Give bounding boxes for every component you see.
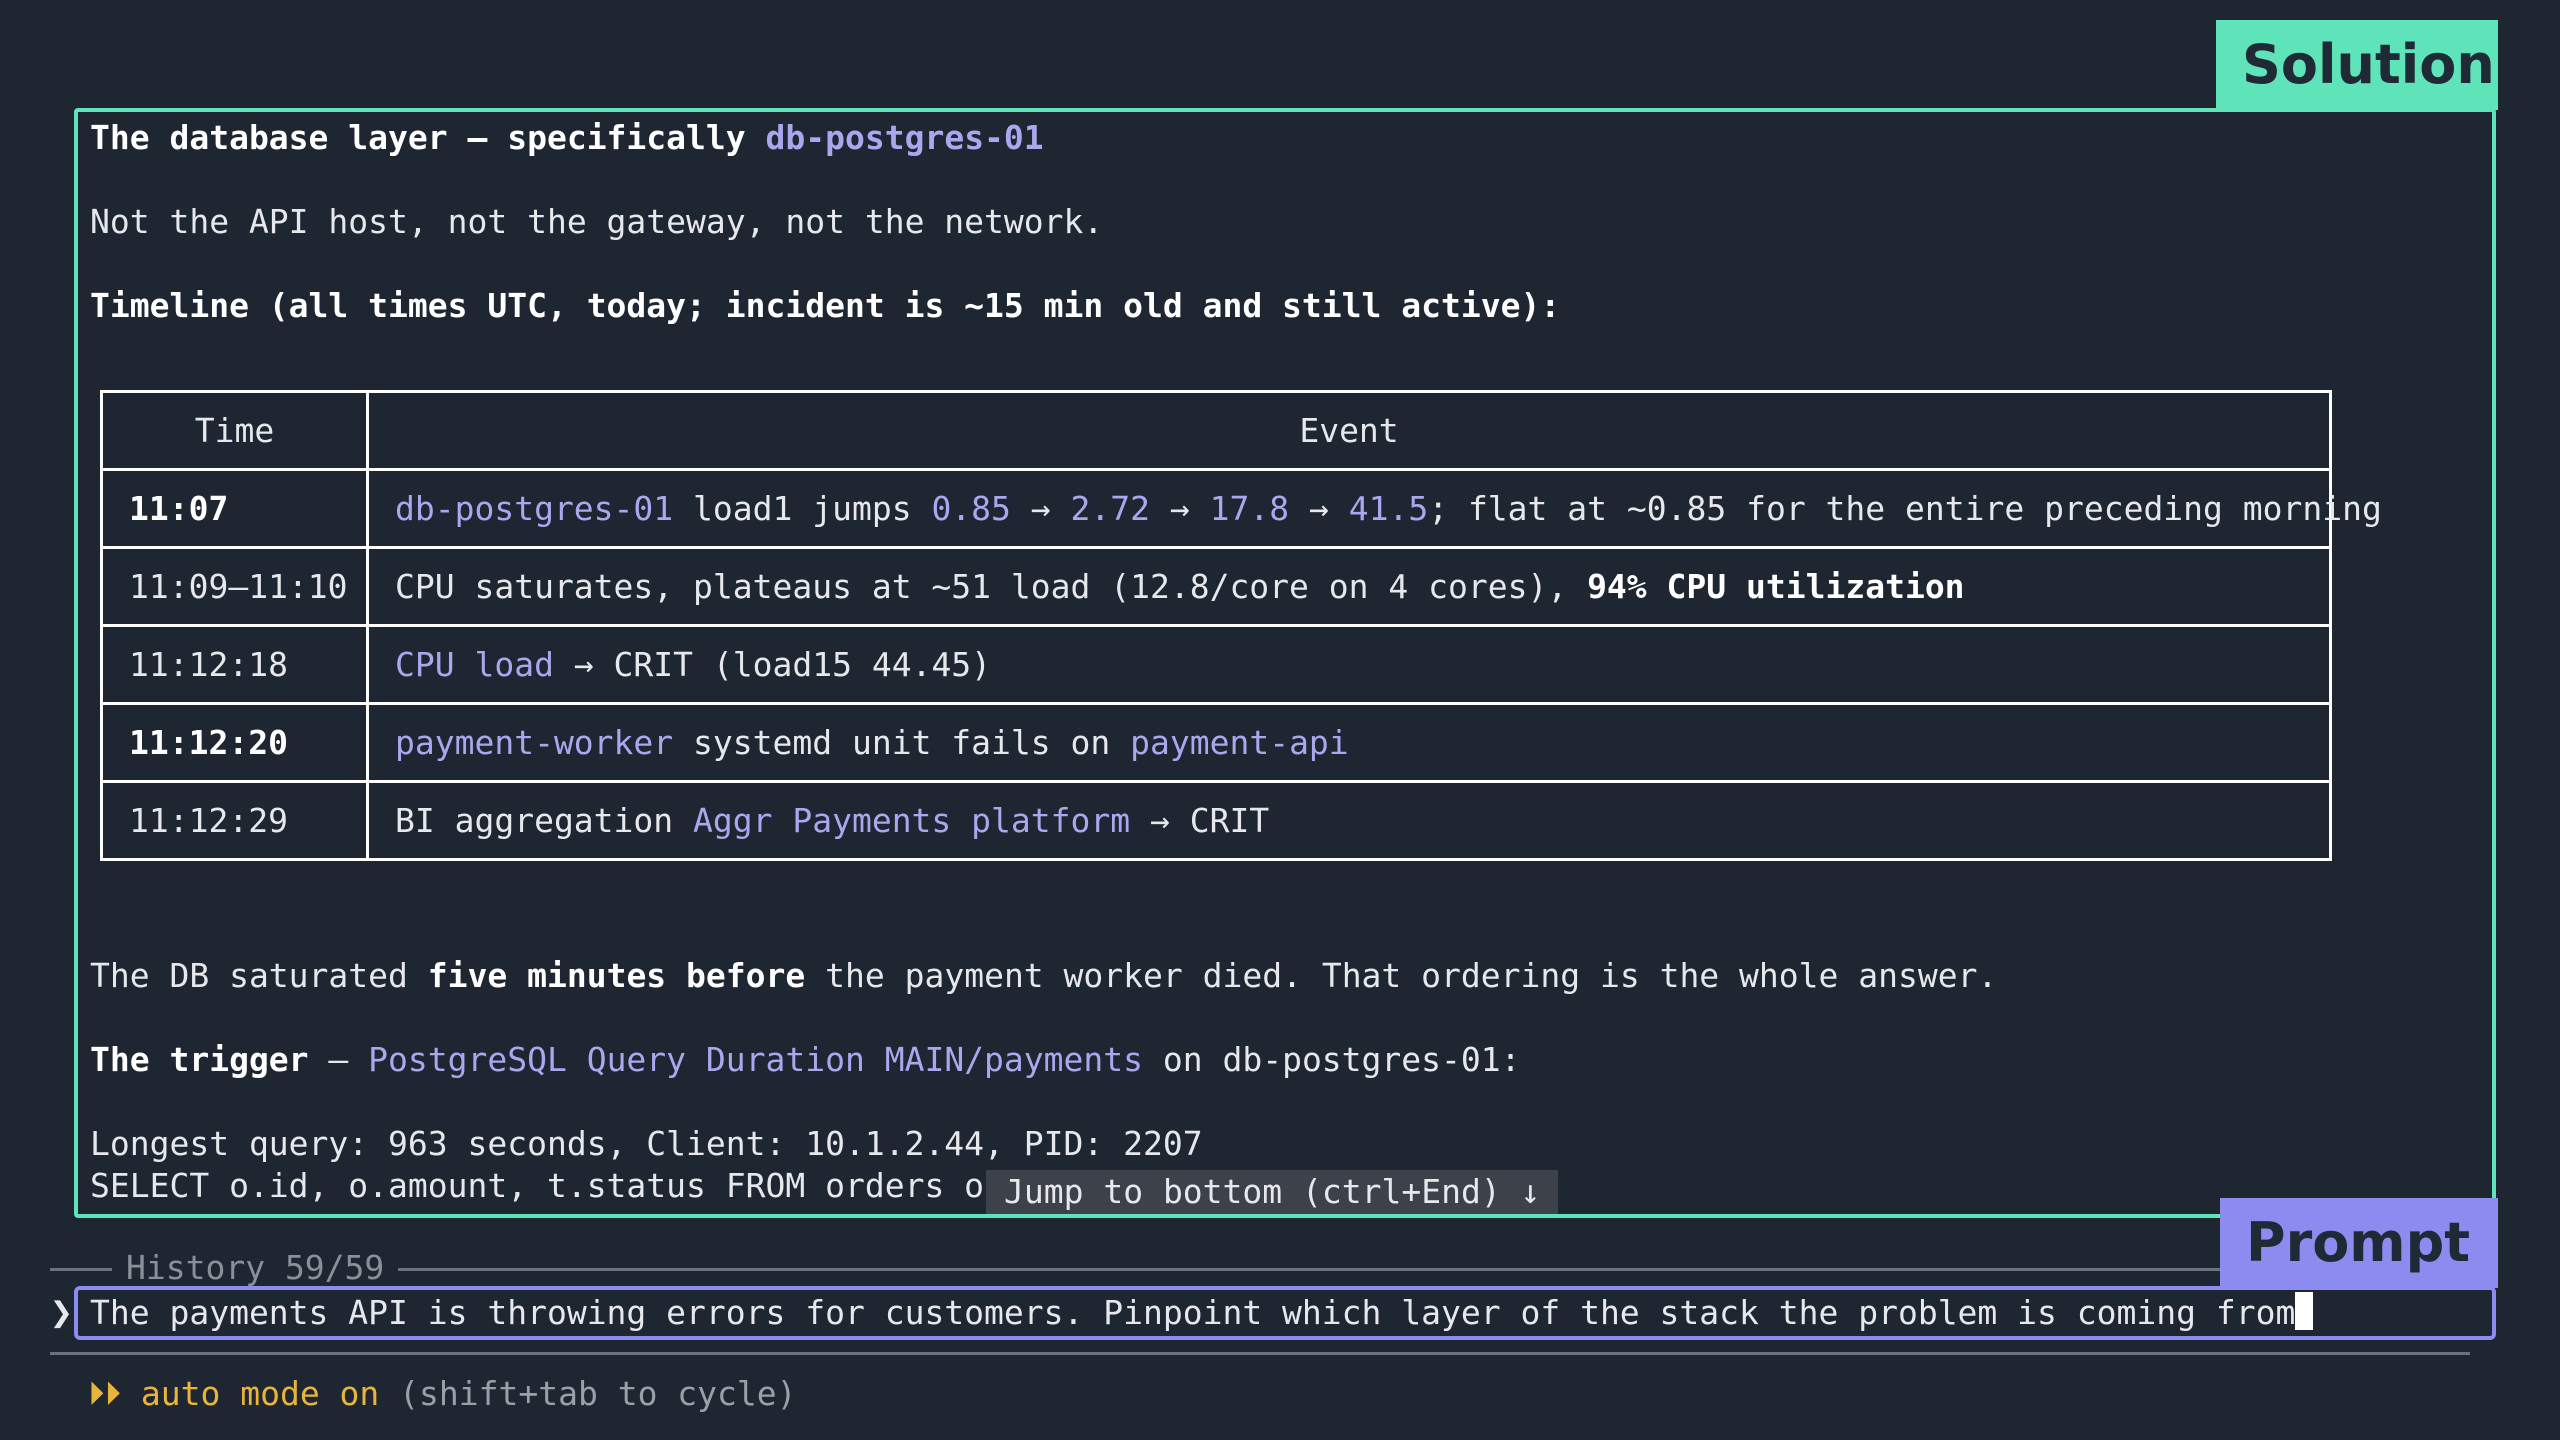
bottom-divider	[50, 1352, 2470, 1355]
table-row: 11:12:18 CPU load → CRIT (load15 44.45)	[100, 624, 2332, 705]
status-line: ⏵⏵ auto mode on (shift+tab to cycle)	[88, 1374, 797, 1414]
event-text: →	[1289, 489, 1349, 528]
event-link[interactable]: 17.8	[1210, 489, 1289, 528]
row-event: payment-worker systemd unit fails on pay…	[366, 702, 2332, 783]
solution-heading: The database layer — specifically db-pos…	[90, 118, 1044, 157]
table-row: 11:12:20 payment-worker systemd unit fail…	[100, 702, 2332, 783]
timeline-table: Time Event 11:07 db-postgres-01 load1 jum…	[100, 390, 2382, 861]
jump-to-bottom-button[interactable]: Jump to bottom (ctrl+End) ↓	[986, 1170, 1559, 1214]
solution-label: Solution	[2216, 20, 2498, 110]
event-text: → CRIT	[1130, 801, 1270, 840]
event-emphasis: 94% CPU utilization	[1587, 567, 1965, 606]
row-event: BI aggregation Aggr Payments platform → …	[366, 780, 2332, 861]
timeline-heading: Timeline (all times UTC, today; incident…	[90, 286, 1561, 325]
auto-mode-arrows-icon: ⏵⏵	[88, 1374, 121, 1413]
solution-panel: The database layer — specifically db-pos…	[74, 108, 2496, 1218]
prompt-text[interactable]: The payments API is throwing errors for …	[90, 1292, 2314, 1332]
event-link[interactable]: Aggr Payments platform	[693, 801, 1130, 840]
event-link[interactable]: payment-api	[1130, 723, 1349, 762]
conclusion-line: The DB saturated five minutes before the…	[90, 956, 1998, 995]
table-header-row: Time Event	[100, 390, 2332, 471]
not-line: Not the API host, not the gateway, not t…	[90, 202, 1104, 241]
header-time: Time	[100, 390, 369, 471]
event-text: BI aggregation	[395, 801, 694, 840]
auto-mode-label[interactable]: auto mode on	[141, 1374, 379, 1413]
event-text: → CRIT (load15 44.45)	[553, 645, 992, 684]
event-text: CPU saturates, plateaus at ~51 load (12.…	[395, 567, 1588, 606]
prompt-input[interactable]: The payments API is throwing errors for …	[74, 1286, 2496, 1340]
prompt-label: Prompt	[2220, 1198, 2498, 1288]
event-link[interactable]: 41.5	[1349, 489, 1428, 528]
event-text: ; flat at ~0.85 for the entire preceding…	[1428, 489, 2382, 528]
history-label: History 59/59	[112, 1248, 399, 1287]
prompt-caret-icon: ❯	[50, 1290, 73, 1334]
event-link[interactable]: db-postgres-01	[395, 489, 673, 528]
row-time: 11:07	[100, 468, 369, 549]
row-event: CPU saturates, plateaus at ~51 load (12.…	[366, 546, 2332, 627]
text-cursor	[2295, 1292, 2314, 1330]
auto-mode-hint: (shift+tab to cycle)	[379, 1374, 797, 1413]
event-text: systemd unit fails on	[673, 723, 1131, 762]
row-time: 11:12:18	[100, 624, 369, 705]
event-link[interactable]: 0.85	[931, 489, 1010, 528]
trigger-link[interactable]: PostgreSQL Query Duration MAIN/payments	[368, 1040, 1143, 1079]
event-text: →	[1150, 489, 1210, 528]
event-link[interactable]: CPU load	[395, 645, 554, 684]
row-time: 11:12:29	[100, 780, 369, 861]
table-row: 11:12:29 BI aggregation Aggr Payments pla…	[100, 780, 2332, 861]
longest-query-line: Longest query: 963 seconds, Client: 10.1…	[90, 1124, 1203, 1163]
heading-host-link[interactable]: db-postgres-01	[766, 118, 1044, 157]
select-line: SELECT o.id, o.amount, t.status FROM ord…	[90, 1166, 985, 1205]
row-event: CPU load → CRIT (load15 44.45)	[366, 624, 2332, 705]
header-event: Event	[366, 390, 2332, 471]
row-time: 11:12:20	[100, 702, 369, 783]
event-text: load1 jumps	[673, 489, 932, 528]
table-row: 11:07 db-postgres-01 load1 jumps 0.85 → 2…	[100, 468, 2382, 549]
row-event: db-postgres-01 load1 jumps 0.85 → 2.72 →…	[366, 468, 2382, 549]
table-row: 11:09–11:10 CPU saturates, plateaus at ~5…	[100, 546, 2332, 627]
event-link[interactable]: 2.72	[1071, 489, 1150, 528]
trigger-line: The trigger — PostgreSQL Query Duration …	[90, 1040, 1521, 1079]
row-time: 11:09–11:10	[100, 546, 369, 627]
event-link[interactable]: payment-worker	[395, 723, 673, 762]
event-text: →	[1010, 489, 1071, 528]
